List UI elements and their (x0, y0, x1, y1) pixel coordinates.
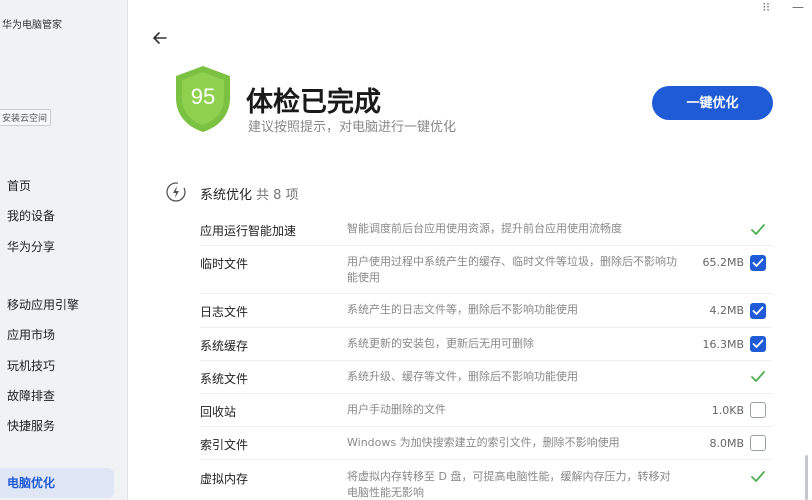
checkbox[interactable] (750, 435, 766, 451)
item-size: 16.3MB (702, 338, 744, 351)
item-description: 智能调度前后台应用使用资源，提升前台应用使用流畅度 (347, 222, 622, 235)
item-name: 应用运行智能加速 (200, 224, 297, 238)
list-item: 应用运行智能加速 智能调度前后台应用使用资源，提升前台应用使用流畅度 (200, 214, 772, 246)
minimize-icon[interactable]: — (792, 0, 804, 14)
checkbox-checked-icon[interactable] (750, 303, 766, 319)
scrollbar[interactable] (805, 455, 808, 500)
check-mark-icon (751, 471, 765, 482)
item-size: 4.2MB (709, 304, 744, 317)
sidebar-item-troubleshoot[interactable]: 故障排查 (0, 381, 114, 411)
list-item: 系统文件 系统升级、缓存等文件，删除后不影响功能使用 (200, 361, 772, 394)
section-name: 系统优化 (200, 188, 253, 203)
item-description: 将虚拟内存转移至 D 盘，可提高电脑性能，缓解内存压力，转移对电脑性能无影响 (347, 470, 671, 499)
sidebar: 华为电脑管家 安装云空间 首页 我的设备 华为分享 移动应用引擎 应用市场 玩机… (0, 0, 128, 500)
item-name: 虚拟内存 (200, 472, 249, 486)
item-name: 索引文件 (200, 438, 249, 452)
check-mark-icon (751, 224, 765, 235)
window-controls: ⁝⁝ — (762, 0, 804, 14)
item-description: 用户手动删除的文件 (347, 403, 446, 416)
sidebar-item-pc-optimize[interactable]: 电脑优化 (0, 468, 114, 498)
checkbox-checked-icon[interactable] (750, 336, 766, 352)
item-name: 回收站 (200, 405, 237, 419)
item-description: Windows 为加快搜索建立的索引文件，删除不影响使用 (347, 436, 620, 449)
item-name: 日志文件 (200, 305, 249, 319)
list-item: 索引文件 Windows 为加快搜索建立的索引文件，删除不影响使用 8.0MB (200, 427, 772, 460)
more-icon[interactable]: ⁝⁝ (762, 0, 770, 14)
check-mark-icon (751, 371, 765, 382)
one-click-optimize-button[interactable]: 一键优化 (652, 86, 773, 120)
app-title: 华为电脑管家 (2, 20, 62, 31)
sidebar-item-mobile-app-engine[interactable]: 移动应用引擎 (0, 290, 114, 320)
sidebar-item-app-market[interactable]: 应用市场 (0, 320, 114, 350)
page-subtitle: 建议按照提示，对电脑进行一键优化 (248, 120, 457, 135)
item-size: 65.2MB (702, 256, 744, 269)
checkbox[interactable] (750, 402, 766, 418)
sidebar-item-my-devices[interactable]: 我的设备 (0, 201, 114, 231)
list-item: 临时文件 用户使用过程中系统产生的缓存、临时文件等垃圾，删除后不影响功能使用 6… (200, 246, 772, 294)
section-count: 共 8 项 (256, 188, 299, 203)
item-description: 系统产生的日志文件等，删除后不影响功能使用 (347, 303, 578, 316)
back-arrow-icon[interactable] (150, 28, 170, 48)
list-item: 虚拟内存 将虚拟内存转移至 D 盘，可提高电脑性能，缓解内存压力，转移对电脑性能… (200, 460, 772, 500)
item-description: 系统升级、缓存等文件，删除后不影响功能使用 (347, 370, 578, 383)
cloud-space-tag[interactable]: 安装云空间 (0, 109, 52, 126)
sidebar-item-tips[interactable]: 玩机技巧 (0, 351, 114, 381)
item-size: 8.0MB (709, 437, 744, 450)
item-name: 临时文件 (200, 257, 249, 271)
list-item: 回收站 用户手动删除的文件 1.0KB (200, 394, 772, 427)
lightning-icon (166, 182, 186, 202)
list-item: 日志文件 系统产生的日志文件等，删除后不影响功能使用 4.2MB (200, 294, 772, 328)
item-size: 1.0KB (711, 404, 744, 417)
checkbox-checked-icon[interactable] (750, 255, 766, 271)
sidebar-item-home[interactable]: 首页 (0, 171, 114, 201)
section-title: 系统优化共 8 项 (200, 184, 299, 203)
page-title: 体检已完成 (246, 87, 381, 118)
sidebar-item-huawei-share[interactable]: 华为分享 (0, 232, 114, 262)
list-item: 系统缓存 系统更新的安装包，更新后无用可删除 16.3MB (200, 328, 772, 361)
health-score: 95 (190, 84, 216, 109)
sidebar-item-quick-service[interactable]: 快捷服务 (0, 411, 114, 441)
item-description: 系统更新的安装包，更新后无用可删除 (347, 337, 534, 350)
item-description: 用户使用过程中系统产生的缓存、临时文件等垃圾，删除后不影响功能使用 (347, 255, 677, 284)
item-name: 系统文件 (200, 372, 249, 386)
item-name: 系统缓存 (200, 339, 249, 353)
main-panel: ⁝⁝ — 95 体检已完成 建议按照提示，对电脑进行一键优化 一键优化 系统优化… (128, 0, 812, 500)
